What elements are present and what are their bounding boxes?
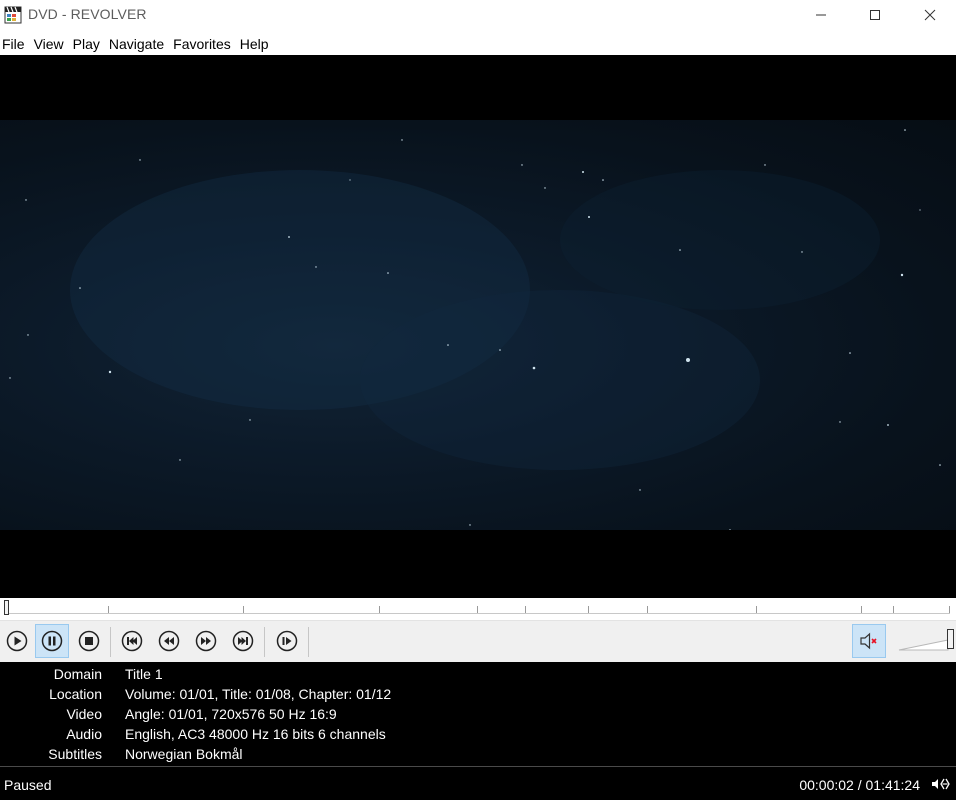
seek-thumb[interactable] xyxy=(4,600,10,615)
info-label: Video xyxy=(66,706,102,722)
menu-favorites[interactable]: Favorites xyxy=(171,30,238,55)
menu-file[interactable]: File xyxy=(0,30,32,55)
volume-slider[interactable] xyxy=(898,629,954,655)
audio-channels-icon[interactable] xyxy=(930,776,952,792)
info-row-audio: Audio English, AC3 48000 Hz 16 bits 6 ch… xyxy=(0,726,956,746)
info-label: Subtitles xyxy=(48,746,102,762)
minimize-button[interactable] xyxy=(798,0,844,30)
status-bar: Paused 00:00:02 / 01:41:24 xyxy=(0,766,956,800)
speaker-muted-icon xyxy=(860,632,877,650)
info-label: Location xyxy=(49,686,102,702)
fast-forward-button[interactable] xyxy=(189,624,223,658)
playback-time: 00:00:02 / 01:41:24 xyxy=(799,777,920,793)
stop-button[interactable] xyxy=(72,624,106,658)
window-title: DVD - REVOLVER xyxy=(28,6,147,22)
volume-thumb[interactable] xyxy=(947,629,954,649)
info-row-video: Video Angle: 01/01, 720x576 50 Hz 16:9 xyxy=(0,706,956,726)
volume-track xyxy=(898,639,949,651)
skip-forward-icon xyxy=(232,630,254,652)
clapperboard-icon xyxy=(4,6,22,24)
menu-view[interactable]: View xyxy=(32,30,71,55)
menu-navigate[interactable]: Navigate xyxy=(107,30,171,55)
pause-icon xyxy=(41,630,63,652)
seek-bar[interactable] xyxy=(0,598,956,620)
playback-status: Paused xyxy=(4,777,52,793)
fast-forward-icon xyxy=(195,630,217,652)
play-icon xyxy=(6,630,28,652)
stop-icon xyxy=(78,630,100,652)
previous-chapter-button[interactable] xyxy=(115,624,149,658)
starfield-image xyxy=(9,129,941,530)
toolbar-separator xyxy=(264,627,265,657)
toolbar-separator xyxy=(110,627,111,657)
info-value: Angle: 01/01, 720x576 50 Hz 16:9 xyxy=(125,706,337,722)
rewind-icon xyxy=(158,630,180,652)
pause-button[interactable] xyxy=(35,624,69,658)
frame-step-button[interactable] xyxy=(270,624,304,658)
title-bar[interactable]: DVD - REVOLVER xyxy=(0,0,956,30)
toolbar-separator xyxy=(308,627,309,657)
info-row-subtitles: Subtitles Norwegian Bokmål xyxy=(0,746,956,766)
next-chapter-button[interactable] xyxy=(226,624,260,658)
info-value: English, AC3 48000 Hz 16 bits 6 channels xyxy=(125,726,386,742)
skip-back-icon xyxy=(121,630,143,652)
info-label: Domain xyxy=(53,666,102,682)
disc-info-panel: Domain Title 1 Location Volume: 01/01, T… xyxy=(0,662,956,766)
rewind-button[interactable] xyxy=(152,624,186,658)
menu-bar: File View Play Navigate Favorites Help xyxy=(0,30,956,55)
info-label: Audio xyxy=(66,726,102,742)
play-button[interactable] xyxy=(0,624,34,658)
info-value: Volume: 01/01, Title: 01/08, Chapter: 01… xyxy=(125,686,392,702)
frame-step-icon xyxy=(276,630,298,652)
close-button[interactable] xyxy=(907,0,953,30)
close-icon xyxy=(924,9,936,21)
info-row-location: Location Volume: 01/01, Title: 01/08, Ch… xyxy=(0,686,956,706)
info-row-domain: Domain Title 1 xyxy=(0,666,956,686)
info-value: Title 1 xyxy=(125,666,163,682)
chapter-ticks xyxy=(4,606,950,614)
menu-play[interactable]: Play xyxy=(71,30,107,55)
mute-button[interactable] xyxy=(852,624,886,658)
video-display[interactable] xyxy=(0,55,956,598)
maximize-icon xyxy=(870,10,880,20)
minimize-icon xyxy=(816,14,826,16)
menu-help[interactable]: Help xyxy=(238,30,276,55)
info-value: Norwegian Bokmål xyxy=(125,746,243,762)
app-window: DVD - REVOLVER File View Play Navigate F… xyxy=(0,0,956,800)
video-frame xyxy=(0,120,956,530)
maximize-button[interactable] xyxy=(852,0,898,30)
playback-toolbar xyxy=(0,620,956,663)
